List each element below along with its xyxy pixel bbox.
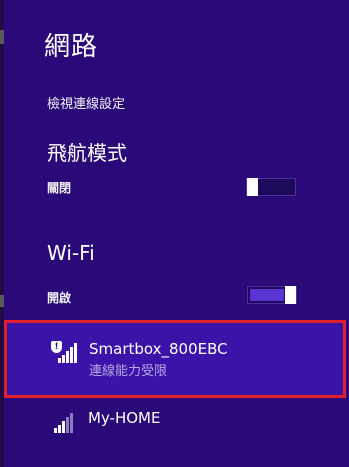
wifi-state: 開啟 bbox=[47, 291, 72, 305]
airplane-mode-state: 關閉 bbox=[47, 181, 72, 195]
toggle-knob[interactable] bbox=[247, 178, 258, 196]
wifi-toggle[interactable] bbox=[247, 286, 297, 304]
edge-mark bbox=[0, 30, 4, 44]
airplane-mode-toggle[interactable] bbox=[246, 178, 296, 196]
wifi-title: Wi-Fi bbox=[47, 241, 95, 265]
wifi-signal-secured-warning-icon: ! bbox=[51, 341, 77, 363]
toggle-fill bbox=[250, 289, 284, 301]
network-status: 連線能力受限 bbox=[89, 364, 168, 379]
network-item-my-home[interactable]: My-HOME bbox=[4, 398, 346, 448]
view-connection-settings-link[interactable]: 檢視連線設定 bbox=[47, 93, 125, 112]
edge-mark bbox=[0, 295, 4, 307]
shield-warning-icon: ! bbox=[51, 341, 62, 353]
toggle-knob[interactable] bbox=[285, 286, 296, 304]
network-name: My-HOME bbox=[88, 409, 161, 427]
wifi-signal-icon bbox=[54, 411, 80, 433]
network-name: Smartbox_800EBC bbox=[89, 340, 228, 358]
airplane-mode-title: 飛航模式 bbox=[47, 141, 127, 165]
panel-title: 網路 bbox=[44, 32, 99, 62]
network-item-smartbox[interactable]: ! Smartbox_800EBC 連線能力受限 bbox=[4, 320, 346, 398]
